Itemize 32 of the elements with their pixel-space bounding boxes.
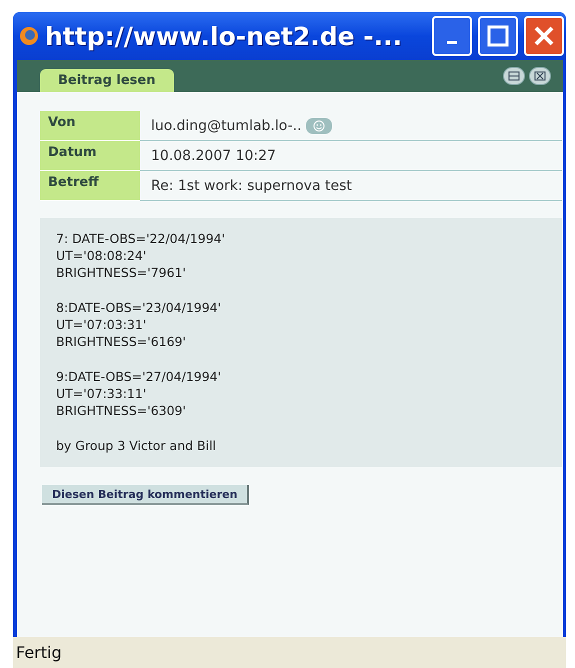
field-label: Von (40, 111, 140, 141)
close-panel-button[interactable] (529, 67, 551, 85)
close-button[interactable] (524, 16, 564, 56)
field-value: 10.08.2007 10:27 (151, 148, 276, 164)
field-value: luo.ding@tumlab.lo-.. (151, 118, 302, 134)
maximize-button[interactable] (478, 16, 518, 56)
maximize-icon (486, 24, 510, 48)
message-line: UT='08:08:24' (56, 247, 148, 264)
message-line: 9:DATE-OBS='27/04/1994' (56, 368, 222, 385)
minimize-button[interactable] (432, 16, 472, 56)
message-line: BRIGHTNESS='6169' (56, 333, 187, 350)
minimize-icon (447, 40, 457, 44)
comment-button[interactable]: Diesen Beitrag kommentieren (42, 485, 250, 505)
message-line: by Group 3 Victor and Bill (56, 437, 218, 454)
message-line: 7: DATE-OBS='22/04/1994' (56, 230, 226, 247)
smiley-icon (312, 120, 325, 132)
message-line: UT='07:03:31' (56, 316, 148, 333)
status-text: Fertig (16, 643, 62, 662)
browser-logo-icon (19, 26, 39, 46)
print-button[interactable] (503, 67, 525, 85)
message-line: UT='07:33:11' (56, 385, 148, 402)
tab[interactable]: Beitrag lesen (40, 69, 174, 92)
message-line: 8:DATE-OBS='23/04/1994' (56, 299, 222, 316)
close-icon (534, 71, 546, 81)
field-value: Re: 1st work: supernova test (151, 178, 352, 194)
field-label: Datum (40, 141, 140, 171)
field-label: Betreff (40, 171, 140, 201)
message-line: BRIGHTNESS='6309' (56, 402, 187, 419)
close-icon (532, 24, 556, 48)
print-icon (508, 71, 520, 81)
window-title: http://www.lo-net2.de -... (45, 22, 404, 50)
message-line: BRIGHTNESS='7961' (56, 264, 187, 281)
